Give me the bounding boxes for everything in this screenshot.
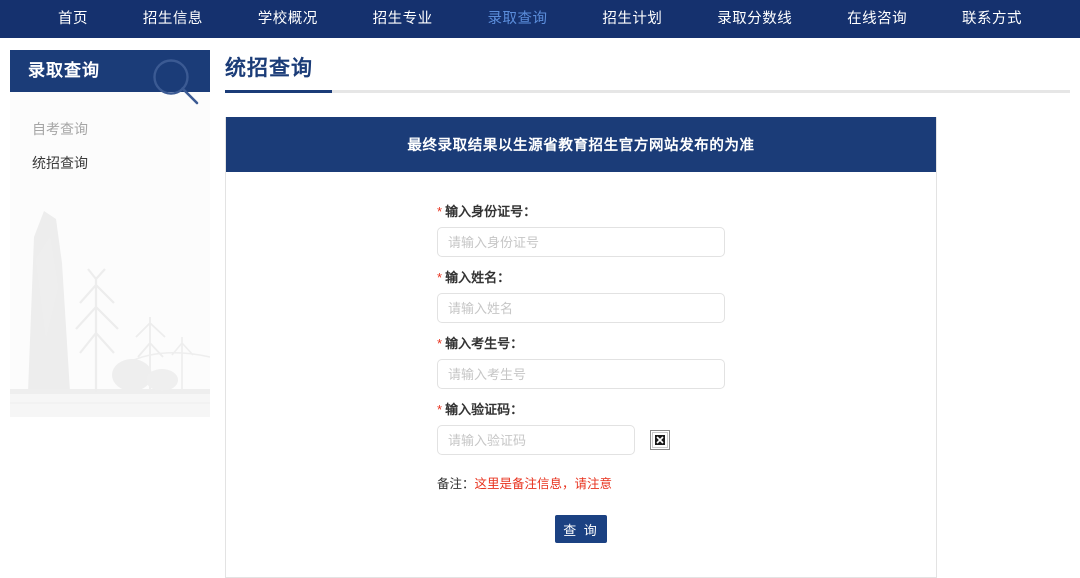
nav-item-contact[interactable]: 联系方式: [962, 0, 1022, 38]
required-asterisk-exam-number: *: [437, 336, 443, 351]
nav-item-admission-info[interactable]: 招生信息: [143, 0, 203, 38]
exam-number-input[interactable]: [437, 359, 725, 389]
sidebar-item-self-study-query[interactable]: 自考查询: [10, 112, 210, 146]
form-note-text: 这里是备注信息，请注意: [474, 477, 613, 491]
sidebar-item-unified-query[interactable]: 统招查询: [10, 146, 210, 180]
field-label-text-id-number: 输入身份证号：: [445, 204, 537, 219]
required-asterisk-captcha: *: [437, 402, 443, 417]
form-body: *输入身份证号： *输入姓名： *输入考生号： *输入验证码：: [226, 172, 936, 577]
field-id-number: * 输入身份证号：: [437, 202, 725, 257]
nav-item-school-overview[interactable]: 学校概况: [258, 0, 318, 38]
field-label-text-exam-number: 输入考生号：: [445, 336, 524, 351]
required-asterisk-id-number: *: [437, 204, 443, 219]
field-label-id-number: * 输入身份证号：: [437, 202, 725, 222]
nav-item-admission-query[interactable]: 录取查询: [488, 0, 548, 38]
field-label-exam-number: * 输入考生号：: [437, 334, 725, 354]
field-exam-number: * 输入考生号：: [437, 334, 725, 389]
id-number-input[interactable]: [437, 227, 725, 257]
captcha-input[interactable]: [437, 425, 635, 455]
broken-image-icon[interactable]: [650, 430, 670, 450]
required-asterisk-full-name: *: [437, 270, 443, 285]
full-name-input[interactable]: [437, 293, 725, 323]
nav-item-home[interactable]: 首页: [58, 0, 88, 38]
main-content: 统招查询 最终录取结果以生源省教育招生官方网站发布的为准 *输入身份证号： *输…: [225, 50, 1070, 578]
sidebar-menu: 自考查询 统招查询: [10, 92, 210, 180]
field-label-text-full-name: 输入姓名：: [445, 270, 511, 285]
top-navigation-bar: 首页 招生信息 学校概况 招生专业 录取查询 招生计划 录取分数线 在线咨询 联…: [0, 0, 1080, 38]
nav-item-score-lines[interactable]: 录取分数线: [717, 0, 792, 38]
field-full-name: * 输入姓名：: [437, 268, 725, 323]
nav-list: 首页 招生信息 学校概况 招生专业 录取查询 招生计划 录取分数线 在线咨询 联…: [30, 0, 1050, 38]
form-note-label: 备注：: [437, 477, 475, 491]
form-note: 备注：这里是备注信息，请注意: [437, 475, 725, 493]
sidebar-body: 自考查询 统招查询: [10, 92, 210, 417]
nav-item-admission-plan[interactable]: 招生计划: [602, 0, 662, 38]
title-underline-rule: [225, 90, 1070, 93]
field-label-captcha: * 输入验证码：: [437, 400, 725, 420]
captcha-row: [437, 425, 725, 455]
field-label-full-name: * 输入姓名：: [437, 268, 725, 288]
nav-item-majors[interactable]: 招生专业: [373, 0, 433, 38]
sidebar-header: 录取查询: [10, 50, 210, 105]
sidebar: 录取查询 自考查询 统招查询: [10, 50, 210, 417]
query-form-card: 最终录取结果以生源省教育招生官方网站发布的为准 *输入身份证号： *输入姓名： …: [225, 117, 937, 578]
stone-monument-watermark-icon: [10, 167, 210, 417]
form-banner-notice: 最终录取结果以生源省教育招生官方网站发布的为准: [226, 117, 936, 172]
sidebar-header-title: 录取查询: [28, 61, 100, 80]
field-captcha: * 输入验证码：: [437, 400, 725, 455]
page-title: 统招查询: [225, 57, 313, 80]
field-label-text-captcha: 输入验证码：: [445, 402, 524, 417]
query-submit-button[interactable]: 查 询: [555, 515, 607, 543]
submit-row: 查 询: [437, 515, 725, 543]
nav-item-online-consult[interactable]: 在线咨询: [847, 0, 907, 38]
